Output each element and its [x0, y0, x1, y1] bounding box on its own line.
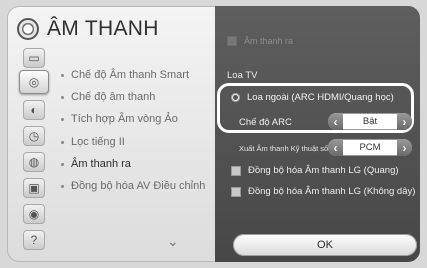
checkbox-lg-sound-sync-wireless[interactable]: Đồng bộ hóa Âm thanh LG (Không dây) — [231, 186, 415, 197]
help-icon[interactable]: ? — [23, 230, 45, 250]
checkbox-icon — [231, 186, 241, 197]
arc-mode-value: Bật — [362, 116, 378, 127]
chevron-down-icon[interactable]: ⌄ — [167, 234, 181, 248]
clock-icon[interactable]: ◷ — [23, 126, 45, 146]
checkbox-lg-sound-sync-optical[interactable]: Đồng bộ hóa Âm thanh LG (Quang) — [231, 165, 399, 176]
digital-output-label: Xuất Âm thanh Kỹ thuật số — [239, 144, 329, 153]
disabled-option-label: Âm thanh ra — [244, 36, 294, 46]
display-icon[interactable]: ▭ — [23, 48, 45, 68]
category-icon-bar: ▭ ◎ ◐ ◷ ◍ ▣ ◉ ? — [19, 46, 49, 251]
lock-icon[interactable]: ◍ — [23, 152, 45, 172]
checkbox-label: Đồng bộ hóa Âm thanh LG (Quang) — [248, 165, 399, 176]
menu-item-sound-mode[interactable]: Chế độ âm thanh — [59, 86, 209, 108]
radio-selected-icon — [231, 93, 240, 102]
menu-item-virtual-surround[interactable]: Tích hợp Âm vòng Ảo — [59, 108, 209, 130]
ok-button[interactable]: OK — [233, 234, 417, 256]
menu-item-clear-voice[interactable]: Lọc tiếng II — [59, 131, 209, 153]
checkbox-icon — [227, 36, 237, 46]
checkbox-icon — [231, 165, 241, 176]
chevron-left-icon[interactable]: ‹ — [328, 113, 343, 130]
screen-frame: ÂM THANH ▭ ◎ ◐ ◷ ◍ ▣ ◉ ? Chế độ Âm thanh… — [0, 0, 427, 268]
sound-settings-window: ÂM THANH ▭ ◎ ◐ ◷ ◍ ▣ ◉ ? Chế độ Âm thanh… — [7, 6, 420, 262]
arc-mode-label: Chế độ ARC — [239, 117, 292, 128]
digital-output-stepper[interactable]: ‹ PCM › — [328, 139, 412, 156]
sound-icon[interactable]: ◎ — [19, 70, 49, 94]
radio-label: Loa ngoài (ARC HDMI/Quang học) — [247, 92, 394, 103]
radio-external-speaker[interactable]: Loa ngoài (ARC HDMI/Quang học) — [231, 92, 394, 103]
digital-output-value: PCM — [359, 142, 381, 153]
page-title: ÂM THANH — [47, 17, 159, 40]
chevron-right-icon[interactable]: › — [397, 139, 412, 156]
menu-item-smart-sound[interactable]: Chế độ Âm thanh Smart — [59, 64, 209, 86]
speaker-sound-icon — [17, 18, 39, 40]
arc-mode-stepper[interactable]: ‹ Bật › — [328, 113, 412, 130]
section-label: Loa TV — [227, 70, 258, 81]
globe-icon[interactable]: ◉ — [23, 204, 45, 224]
checkbox-label: Đồng bộ hóa Âm thanh LG (Không dây) — [248, 186, 416, 197]
menu-item-av-sync[interactable]: Đồng bộ hóa AV Điều chỉnh — [59, 175, 209, 197]
disabled-option: Âm thanh ra — [227, 36, 293, 46]
briefcase-icon[interactable]: ▣ — [23, 178, 45, 198]
sound-out-panel: Âm thanh ra Loa TV Loa ngoài (ARC HDMI/Q… — [215, 6, 420, 262]
chevron-left-icon[interactable]: ‹ — [328, 139, 343, 156]
sound-menu-list: Chế độ Âm thanh Smart Chế độ âm thanh Tí… — [59, 64, 209, 197]
menu-item-sound-out[interactable]: Âm thanh ra — [59, 153, 209, 175]
effect-icon[interactable]: ◐ — [23, 100, 45, 120]
header: ÂM THANH — [17, 14, 159, 44]
